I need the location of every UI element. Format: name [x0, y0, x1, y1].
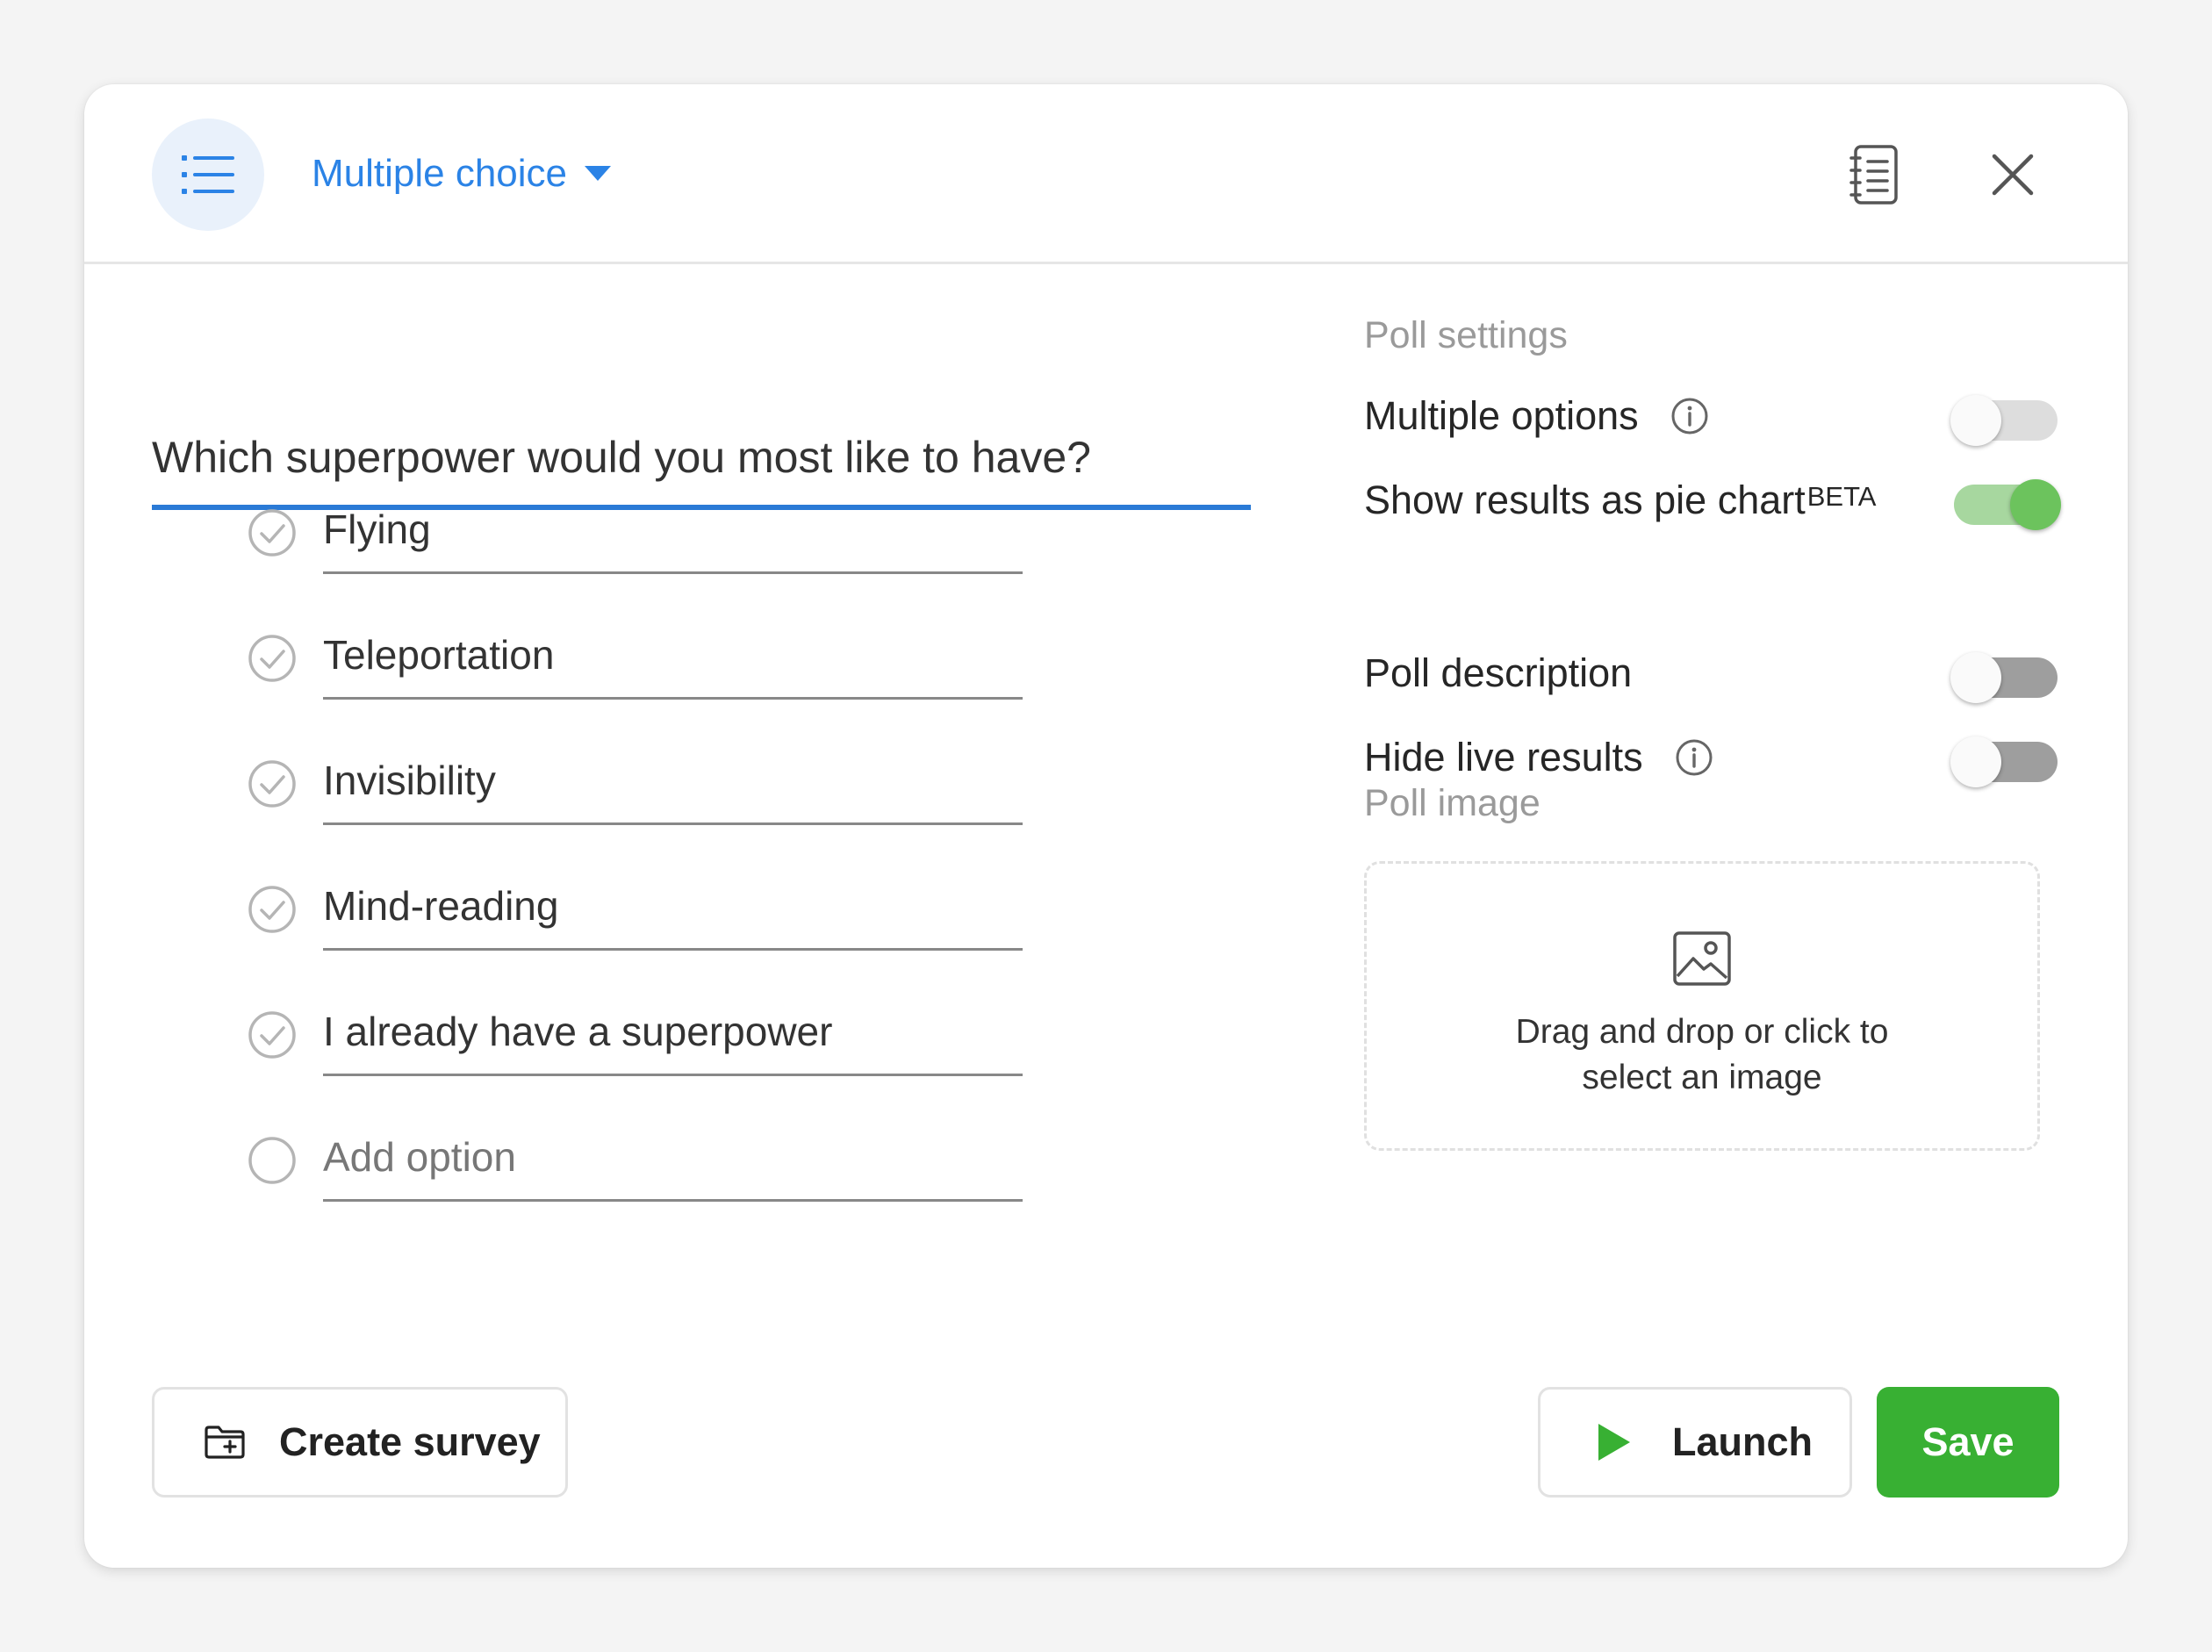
image-icon: [1673, 931, 1731, 986]
create-survey-label: Create survey: [279, 1419, 541, 1464]
option-row: Invisibility: [247, 741, 1023, 827]
option-input[interactable]: Teleportation: [323, 615, 1023, 700]
caret-down-icon: [585, 166, 612, 181]
option-row: I already have a superpower: [247, 992, 1023, 1078]
setting-poll-description: Poll description: [1364, 642, 2058, 712]
hide-live-results-toggle[interactable]: [1950, 736, 2058, 787]
poll-type-icon-badge: [152, 119, 264, 231]
setting-pie-chart: Show results as pie chart BETA: [1364, 469, 2061, 539]
add-option-row: Add option: [247, 1117, 1023, 1203]
close-button[interactable]: [1984, 146, 2042, 204]
launch-button[interactable]: Launch: [1538, 1387, 1852, 1498]
list-icon: [182, 155, 234, 194]
option-input[interactable]: I already have a superpower: [323, 992, 1023, 1076]
check-circle-icon[interactable]: [247, 633, 298, 684]
check-circle-icon[interactable]: [247, 507, 298, 558]
save-button[interactable]: Save: [1877, 1387, 2059, 1498]
pie-chart-toggle[interactable]: [1954, 479, 2061, 530]
add-option-input[interactable]: Add option: [323, 1117, 1023, 1202]
option-input[interactable]: Mind-reading: [323, 866, 1023, 951]
setting-label: Hide live results: [1364, 735, 1643, 779]
option-row: Mind-reading: [247, 866, 1023, 952]
poll-description-toggle[interactable]: [1950, 652, 2058, 703]
dropzone-text-line2: select an image: [1582, 1059, 1822, 1096]
poll-type-label: Multiple choice: [312, 152, 568, 195]
poll-editor-dialog: Multiple choice Which superpower would y…: [84, 84, 2128, 1568]
dropzone-text-line1: Drag and drop or click to: [1515, 1013, 1889, 1051]
option-input[interactable]: Invisibility: [323, 741, 1023, 825]
option-row: Flying: [247, 490, 1023, 576]
multiple-options-toggle[interactable]: [1950, 395, 2058, 446]
notebook-icon: [1849, 145, 1898, 205]
poll-type-dropdown[interactable]: Multiple choice: [312, 146, 612, 202]
setting-label: Multiple options: [1364, 393, 1639, 438]
info-icon[interactable]: [1675, 738, 1713, 777]
check-circle-icon[interactable]: [247, 884, 298, 935]
setting-multiple-options: Multiple options: [1364, 384, 2058, 455]
option-row: Teleportation: [247, 615, 1023, 701]
play-icon: [1598, 1424, 1630, 1461]
folder-plus-icon: [205, 1426, 245, 1459]
poll-image-title: Poll image: [1364, 782, 1540, 824]
empty-circle-icon: [248, 1137, 296, 1184]
info-icon[interactable]: [1670, 397, 1709, 435]
poll-settings-title: Poll settings: [1364, 314, 1568, 356]
dialog-header: Multiple choice: [84, 84, 2128, 264]
check-circle-icon[interactable]: [247, 758, 298, 809]
close-icon: [1992, 154, 2034, 196]
create-survey-button[interactable]: Create survey: [152, 1387, 568, 1498]
setting-label: Show results as pie chart: [1364, 478, 1806, 522]
check-circle-icon[interactable]: [247, 1009, 298, 1060]
notebook-button[interactable]: [1843, 144, 1905, 205]
option-input[interactable]: Flying: [323, 490, 1023, 574]
launch-label: Launch: [1672, 1419, 1813, 1464]
setting-label: Poll description: [1364, 650, 1633, 695]
save-label: Save: [1921, 1419, 2014, 1464]
image-dropzone[interactable]: Drag and drop or click to select an imag…: [1364, 861, 2040, 1151]
beta-badge: BETA: [1806, 481, 1877, 512]
